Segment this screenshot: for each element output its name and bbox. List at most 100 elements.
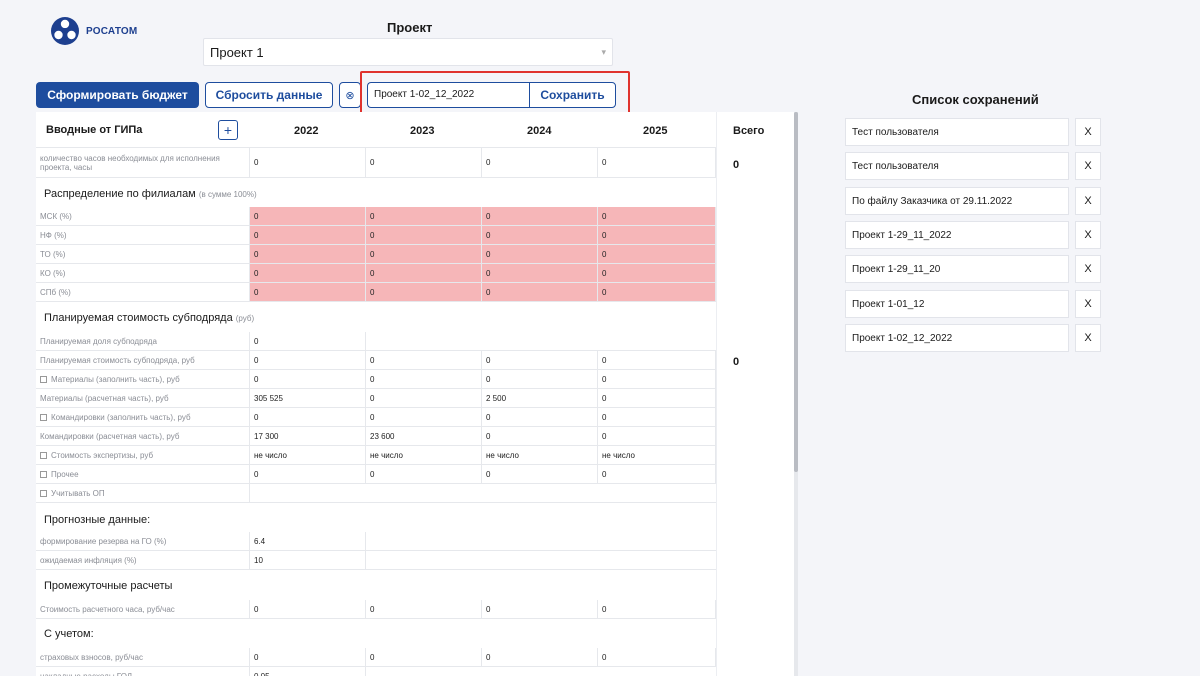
value-cell[interactable]: 6.4 [250,532,366,551]
delete-save-button[interactable]: X [1075,289,1101,318]
project-select[interactable]: Проект 1 ▾ [203,38,613,66]
value-cell[interactable]: 0 [366,283,482,302]
value-cell[interactable]: 0 [366,370,482,389]
value-cell[interactable]: не число [482,446,598,465]
delete-save-button[interactable]: X [1075,220,1101,249]
value-cell[interactable]: 0 [250,370,366,389]
value-cell[interactable]: 305 525 [250,389,366,408]
build-budget-button[interactable]: Сформировать бюджет [36,82,199,108]
value-cell[interactable]: 23 600 [366,427,482,446]
value-cell[interactable]: 0 [250,226,366,245]
add-input-button[interactable]: + [218,120,238,140]
value-cell[interactable]: 0 [366,264,482,283]
value-cell[interactable]: 0 [366,648,482,667]
value-cell[interactable]: 0.05 [250,667,366,676]
table-row: количество часов необходимых для исполне… [36,148,716,178]
value-cell[interactable]: 0 [598,207,716,226]
value-cell[interactable]: 0 [598,389,716,408]
save-button[interactable]: Сохранить [529,82,616,108]
row-label: Командировки (заполнить часть), руб [36,408,250,427]
value-cell[interactable]: 0 [482,648,598,667]
value-cell[interactable]: 0 [250,245,366,264]
reset-data-button[interactable]: Сбросить данные [205,82,333,108]
value-cell[interactable]: 0 [598,408,716,427]
value-cell[interactable]: 0 [250,600,366,619]
save-list-item[interactable]: Проект 1-01_12 [845,289,1069,318]
table-row: Планируемая доля субподряда 0 [36,332,716,351]
value-cell[interactable]: 0 [482,264,598,283]
save-name-input[interactable]: Проект 1-02_12_2022 [367,82,530,108]
value-cell[interactable]: 2 500 [482,389,598,408]
value-cell[interactable]: 0 [482,427,598,446]
value-cell[interactable]: 0 [250,648,366,667]
save-list-item[interactable]: Проект 1-29_11_20 [845,255,1069,284]
value-cell[interactable]: 0 [250,207,366,226]
value-cell[interactable]: 0 [598,264,716,283]
save-list-item[interactable]: Тест пользователя [845,118,1069,146]
delete-save-button[interactable]: X [1075,152,1101,181]
cancel-circle-icon[interactable]: ⊗ [339,82,361,108]
value-cell[interactable]: 0 [366,351,482,370]
row-checkbox[interactable] [40,489,47,497]
value-cell[interactable]: 0 [250,148,366,178]
year-header: 2025 [643,125,668,137]
value-cell[interactable]: 0 [250,332,366,351]
delete-save-button[interactable]: X [1075,323,1101,352]
value-cell[interactable]: 0 [250,408,366,427]
row-label-text: КО (%) [40,268,66,278]
value-cell[interactable]: 0 [250,283,366,302]
value-cell[interactable]: 0 [366,207,482,226]
value-cell[interactable]: 0 [482,465,598,484]
value-cell[interactable]: 0 [366,600,482,619]
save-list-item[interactable]: Тест пользователя [845,152,1069,181]
value-cell[interactable]: 0 [366,465,482,484]
row-label: КО (%) [36,264,250,283]
save-list-item[interactable]: По файлу Заказчика от 29.11.2022 [845,186,1069,215]
value-cell[interactable]: 0 [250,465,366,484]
scrollbar-thumb[interactable] [794,112,798,472]
value-cell[interactable]: 0 [482,148,598,178]
value-cell[interactable]: 0 [482,207,598,226]
value-cell[interactable]: 0 [598,427,716,446]
value-cell[interactable]: 0 [482,226,598,245]
value-cell[interactable]: не число [250,446,366,465]
value-cell[interactable]: 0 [482,351,598,370]
row-checkbox[interactable] [40,413,47,421]
value-cell[interactable]: 0 [482,370,598,389]
delete-save-button[interactable]: X [1075,186,1101,215]
inputs-title: Вводные от ГИПа [46,124,143,136]
project-select-value: Проект 1 [210,44,264,60]
value-cell[interactable]: 0 [482,600,598,619]
value-cell[interactable]: 0 [598,648,716,667]
value-cell[interactable]: 17 300 [250,427,366,446]
value-cell[interactable]: 0 [482,408,598,427]
row-label-text: Стоимость экспертизы, руб [51,450,154,460]
value-cell[interactable]: 0 [366,408,482,427]
delete-save-button[interactable]: X [1075,118,1101,146]
value-cell[interactable]: 0 [598,600,716,619]
value-cell[interactable]: 0 [482,283,598,302]
value-cell[interactable]: 10 [250,551,366,570]
save-list-item[interactable]: Проект 1-02_12_2022 [845,323,1069,352]
value-cell[interactable]: 0 [598,465,716,484]
value-cell[interactable]: 0 [366,148,482,178]
value-cell[interactable]: не число [598,446,716,465]
value-cell[interactable]: 0 [598,283,716,302]
value-cell[interactable]: не число [366,446,482,465]
row-checkbox[interactable] [40,451,47,459]
value-cell[interactable]: 0 [250,351,366,370]
value-cell[interactable]: 0 [366,245,482,264]
value-cell[interactable]: 0 [598,245,716,264]
row-checkbox[interactable] [40,470,47,478]
value-cell[interactable]: 0 [598,370,716,389]
row-checkbox[interactable] [40,375,47,383]
value-cell[interactable]: 0 [482,245,598,264]
value-cell[interactable]: 0 [250,264,366,283]
value-cell[interactable]: 0 [366,226,482,245]
value-cell[interactable]: 0 [598,148,716,178]
save-list-item[interactable]: Проект 1-29_11_2022 [845,220,1069,249]
value-cell[interactable]: 0 [598,351,716,370]
value-cell[interactable]: 0 [366,389,482,408]
value-cell[interactable]: 0 [598,226,716,245]
delete-save-button[interactable]: X [1075,255,1101,284]
